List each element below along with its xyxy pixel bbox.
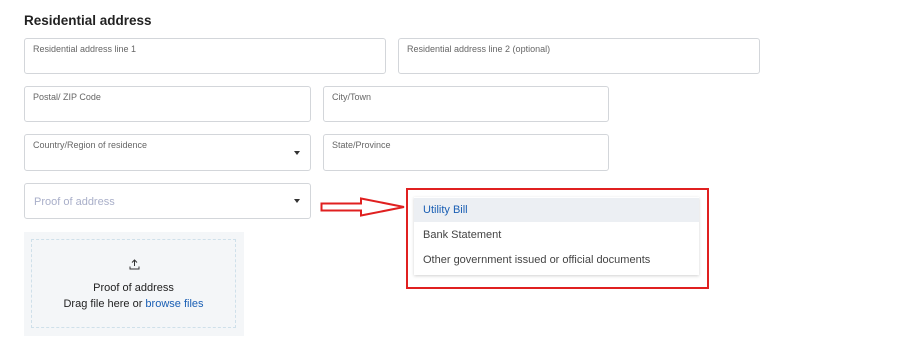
upload-area[interactable]: Proof of address Drag file here or brows… xyxy=(24,232,244,336)
browse-files-link[interactable]: browse files xyxy=(145,298,203,310)
address-line2-label: Residential address line 2 (optional) xyxy=(407,44,551,54)
postal-code-field[interactable]: Postal/ ZIP Code xyxy=(24,86,311,122)
address-line1-label: Residential address line 1 xyxy=(33,44,137,54)
postal-code-label: Postal/ ZIP Code xyxy=(33,92,101,102)
city-field[interactable]: City/Town xyxy=(323,86,609,122)
country-label: Country/Region of residence xyxy=(33,140,148,150)
upload-dropzone[interactable]: Proof of address Drag file here or brows… xyxy=(31,239,236,328)
dropdown-option[interactable]: Other government issued or official docu… xyxy=(414,248,699,272)
address-line1-field[interactable]: Residential address line 1 xyxy=(24,38,386,74)
proof-of-address-dropdown[interactable]: Utility Bill Bank Statement Other govern… xyxy=(414,197,699,275)
upload-title: Proof of address xyxy=(93,282,174,294)
upload-instruction: Drag file here or browse files xyxy=(32,298,235,310)
section-title: Residential address xyxy=(24,13,152,28)
dropdown-option[interactable]: Bank Statement xyxy=(414,223,699,247)
caret-down-icon[interactable] xyxy=(294,199,300,203)
proof-of-address-placeholder: Proof of address xyxy=(34,196,115,208)
state-label: State/Province xyxy=(332,140,391,150)
city-label: City/Town xyxy=(332,92,372,102)
address-line2-field[interactable]: Residential address line 2 (optional) xyxy=(398,38,760,74)
upload-instruction-text: Drag file here or xyxy=(63,298,143,310)
upload-icon xyxy=(129,259,140,270)
annotation-arrow-icon xyxy=(320,197,405,217)
state-field[interactable]: State/Province xyxy=(323,134,609,171)
caret-down-icon[interactable] xyxy=(294,151,300,155)
country-select[interactable]: Country/Region of residence xyxy=(24,134,311,171)
proof-of-address-select[interactable]: Proof of address xyxy=(24,183,311,219)
dropdown-option[interactable]: Utility Bill xyxy=(414,198,699,222)
